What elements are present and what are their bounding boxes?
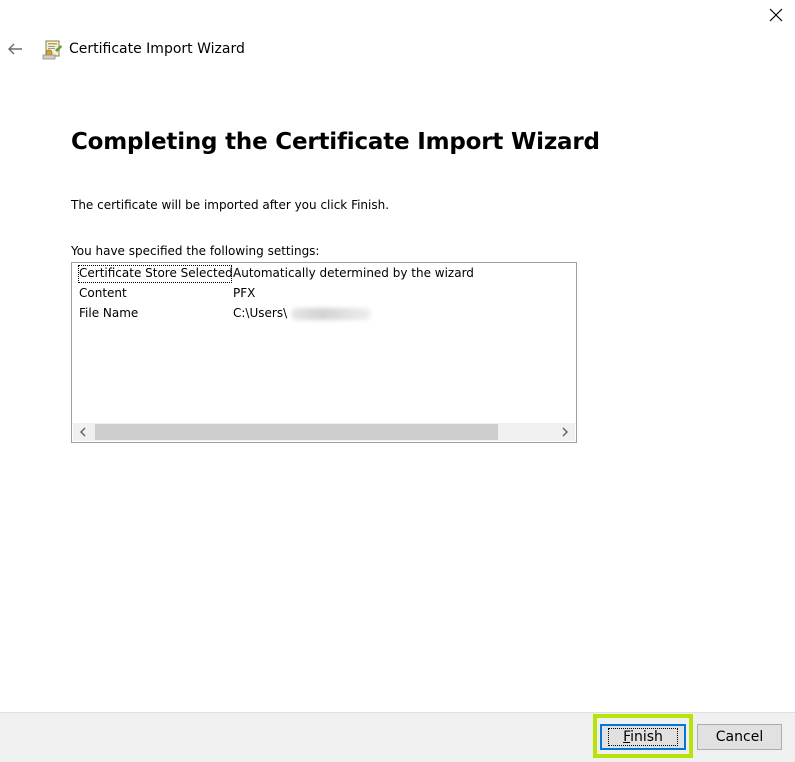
- cancel-button[interactable]: Cancel: [697, 724, 782, 750]
- setting-value: C:\Users\: [233, 306, 288, 320]
- list-item[interactable]: File Name C:\Users\: [78, 305, 568, 323]
- settings-label: You have specified the following setting…: [71, 244, 320, 258]
- certificate-icon: [42, 38, 64, 60]
- setting-name: Certificate Store Selected: [78, 265, 233, 283]
- setting-name: File Name: [79, 306, 139, 320]
- close-button[interactable]: [757, 0, 795, 30]
- intro-text: The certificate will be imported after y…: [71, 198, 390, 212]
- chevron-right-icon: [562, 427, 568, 437]
- settings-list[interactable]: Certificate Store Selected Automatically…: [71, 262, 577, 443]
- page-heading: Completing the Certificate Import Wizard: [71, 129, 600, 155]
- setting-value: PFX: [233, 286, 256, 300]
- back-arrow-icon: [8, 43, 22, 55]
- scroll-left-button[interactable]: [73, 423, 93, 441]
- close-icon: [769, 8, 783, 22]
- horizontal-scrollbar[interactable]: [73, 423, 575, 441]
- finish-button[interactable]: Finish: [600, 724, 686, 750]
- back-button[interactable]: [4, 38, 26, 60]
- chevron-left-icon: [80, 427, 86, 437]
- setting-value: Automatically determined by the wizard: [233, 266, 474, 280]
- list-item[interactable]: Content PFX: [78, 285, 568, 303]
- setting-name: Content: [79, 286, 127, 300]
- list-item[interactable]: Certificate Store Selected Automatically…: [78, 265, 568, 283]
- scroll-right-button[interactable]: [555, 423, 575, 441]
- scroll-thumb[interactable]: [95, 424, 498, 440]
- scroll-track[interactable]: [93, 423, 555, 441]
- redacted-path: [291, 307, 372, 320]
- window-title: Certificate Import Wizard: [69, 41, 245, 57]
- finish-label: inish: [630, 729, 663, 745]
